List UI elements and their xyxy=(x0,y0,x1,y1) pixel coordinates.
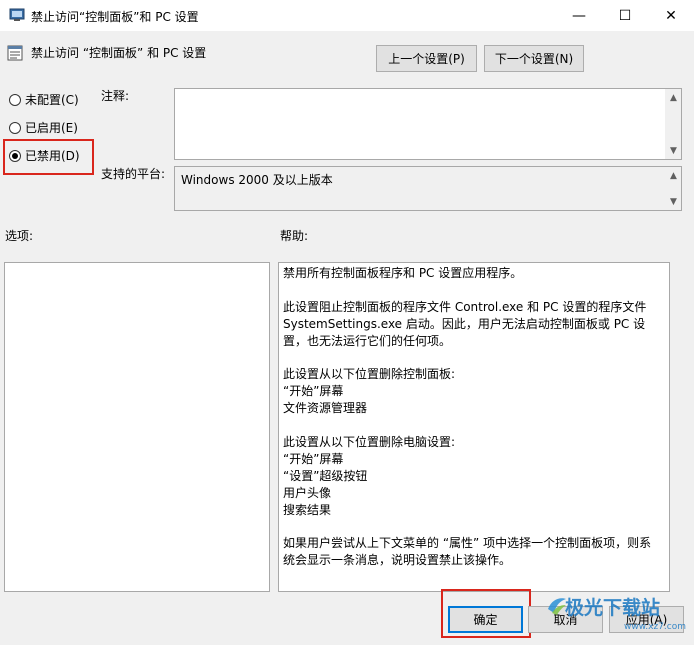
maximize-icon: ☐ xyxy=(618,7,632,24)
help-paragraph: 此设置从以下位置删除电脑设置: “开始”屏幕 “设置”超级按钮 用户头像 搜索结… xyxy=(283,435,456,517)
supported-platform-label: 支持的平台: xyxy=(101,167,166,181)
watermark-text: 极光下载站 xyxy=(565,597,661,619)
help-paragraph: 如果用户尝试从上下文菜单的 “属性” 项中选择一个控制面板项，则系统会显示一条消… xyxy=(283,536,652,568)
watermark-url: www.xz7.com xyxy=(624,622,686,632)
scroll-down-arrow-icon[interactable]: ▼ xyxy=(665,142,682,159)
policy-app-icon xyxy=(9,8,25,21)
help-panel[interactable]: 禁用所有控制面板程序和 PC 设置应用程序。此设置阻止控制面板的程序文件 Con… xyxy=(278,262,670,592)
window-title: 禁止访问“控制面板”和 PC 设置 xyxy=(31,10,199,24)
help-paragraph: 禁用所有控制面板程序和 PC 设置应用程序。 xyxy=(283,266,523,280)
platform-scrollbar[interactable]: ▲ ▼ xyxy=(665,167,681,210)
maximize-button[interactable]: ☐ xyxy=(602,0,648,31)
scroll-up-arrow-icon[interactable]: ▲ xyxy=(665,89,682,106)
help-paragraph: 此设置阻止控制面板的程序文件 Control.exe 和 PC 设置的程序文件 … xyxy=(283,299,647,348)
radio-circle[interactable] xyxy=(9,93,21,106)
next-setting-button[interactable]: 下一个设置(N) xyxy=(484,45,584,72)
previous-setting-button[interactable]: 上一个设置(P) xyxy=(376,45,477,72)
supported-platform-box: Windows 2000 及以上版本 xyxy=(174,166,682,211)
help-paragraph: 此设置从以下位置删除控制面板: “开始”屏幕 文件资源管理器 xyxy=(283,367,456,416)
policy-title: 禁止访问 “控制面板” 和 PC 设置 xyxy=(31,46,207,60)
comment-textarea[interactable] xyxy=(174,88,682,160)
help-label: 帮助: xyxy=(280,229,309,243)
scroll-down-arrow-icon[interactable]: ▼ xyxy=(665,193,682,210)
disabled-option-highlight-box xyxy=(3,139,94,175)
radio-circle[interactable] xyxy=(9,121,21,134)
comment-label: 注释: xyxy=(101,89,130,103)
help-text: 禁用所有控制面板程序和 PC 设置应用程序。此设置阻止控制面板的程序文件 Con… xyxy=(283,265,663,586)
radio-enabled[interactable]: 已启用(E) xyxy=(9,119,78,136)
minimize-button[interactable]: — xyxy=(556,0,602,31)
radio-label: 已启用(E) xyxy=(25,121,78,135)
radio-label: 未配置(C) xyxy=(25,93,79,107)
scroll-up-arrow-icon[interactable]: ▲ xyxy=(665,167,682,184)
options-panel xyxy=(4,262,270,592)
radio-not-configured[interactable]: 未配置(C) xyxy=(9,91,79,108)
comment-scrollbar[interactable]: ▲ ▼ xyxy=(665,89,681,159)
close-button[interactable]: ✕ xyxy=(648,0,694,31)
close-icon: ✕ xyxy=(665,7,677,24)
supported-platform-value: Windows 2000 及以上版本 xyxy=(181,173,333,187)
options-label: 选项: xyxy=(5,229,34,243)
minimize-icon: — xyxy=(572,7,586,24)
policy-setting-icon xyxy=(7,45,23,61)
ok-button-highlight-box xyxy=(441,589,531,638)
